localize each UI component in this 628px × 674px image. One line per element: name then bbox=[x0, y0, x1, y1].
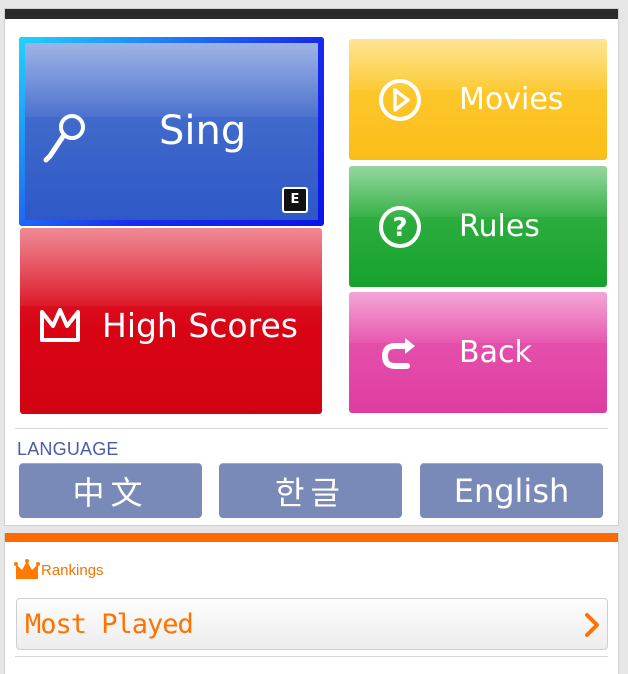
rankings-panel: Rankings Most Played bbox=[4, 533, 619, 674]
rules-label: Rules bbox=[459, 209, 540, 244]
divider bbox=[15, 656, 608, 657]
sing-badge: E bbox=[282, 187, 308, 213]
header-bar bbox=[5, 9, 618, 19]
high-scores-label: High Scores bbox=[102, 306, 298, 345]
chevron-right-icon bbox=[583, 612, 601, 642]
crown-icon bbox=[14, 559, 40, 585]
movies-label: Movies bbox=[459, 82, 564, 117]
rules-button[interactable]: ? Rules bbox=[349, 166, 607, 287]
language-english-button[interactable]: English bbox=[420, 463, 603, 518]
divider bbox=[15, 428, 608, 429]
return-arrow-icon bbox=[377, 330, 423, 380]
language-korean-button[interactable]: 한글 bbox=[219, 463, 402, 518]
most-played-button[interactable]: Most Played bbox=[16, 598, 608, 650]
sing-button[interactable]: Sing bbox=[19, 37, 324, 226]
rankings-accent-bar bbox=[5, 533, 618, 542]
movies-button[interactable]: Movies bbox=[349, 39, 607, 160]
question-circle-icon: ? bbox=[377, 204, 423, 254]
main-menu-panel: Sing E High Scores Movies ? Rules Back L… bbox=[4, 8, 619, 526]
sing-label: Sing bbox=[159, 108, 247, 154]
rankings-title: Rankings bbox=[41, 562, 104, 579]
most-played-label: Most Played bbox=[25, 608, 194, 640]
svg-text:?: ? bbox=[392, 213, 407, 243]
high-scores-button[interactable]: High Scores bbox=[20, 228, 322, 414]
play-circle-icon bbox=[377, 77, 423, 127]
microphone-icon bbox=[40, 112, 88, 168]
back-button[interactable]: Back bbox=[349, 292, 607, 413]
crown-icon bbox=[38, 306, 82, 348]
back-label: Back bbox=[459, 335, 532, 370]
language-chinese-button[interactable]: 中文 bbox=[19, 463, 202, 518]
language-title: LANGUAGE bbox=[17, 439, 119, 459]
